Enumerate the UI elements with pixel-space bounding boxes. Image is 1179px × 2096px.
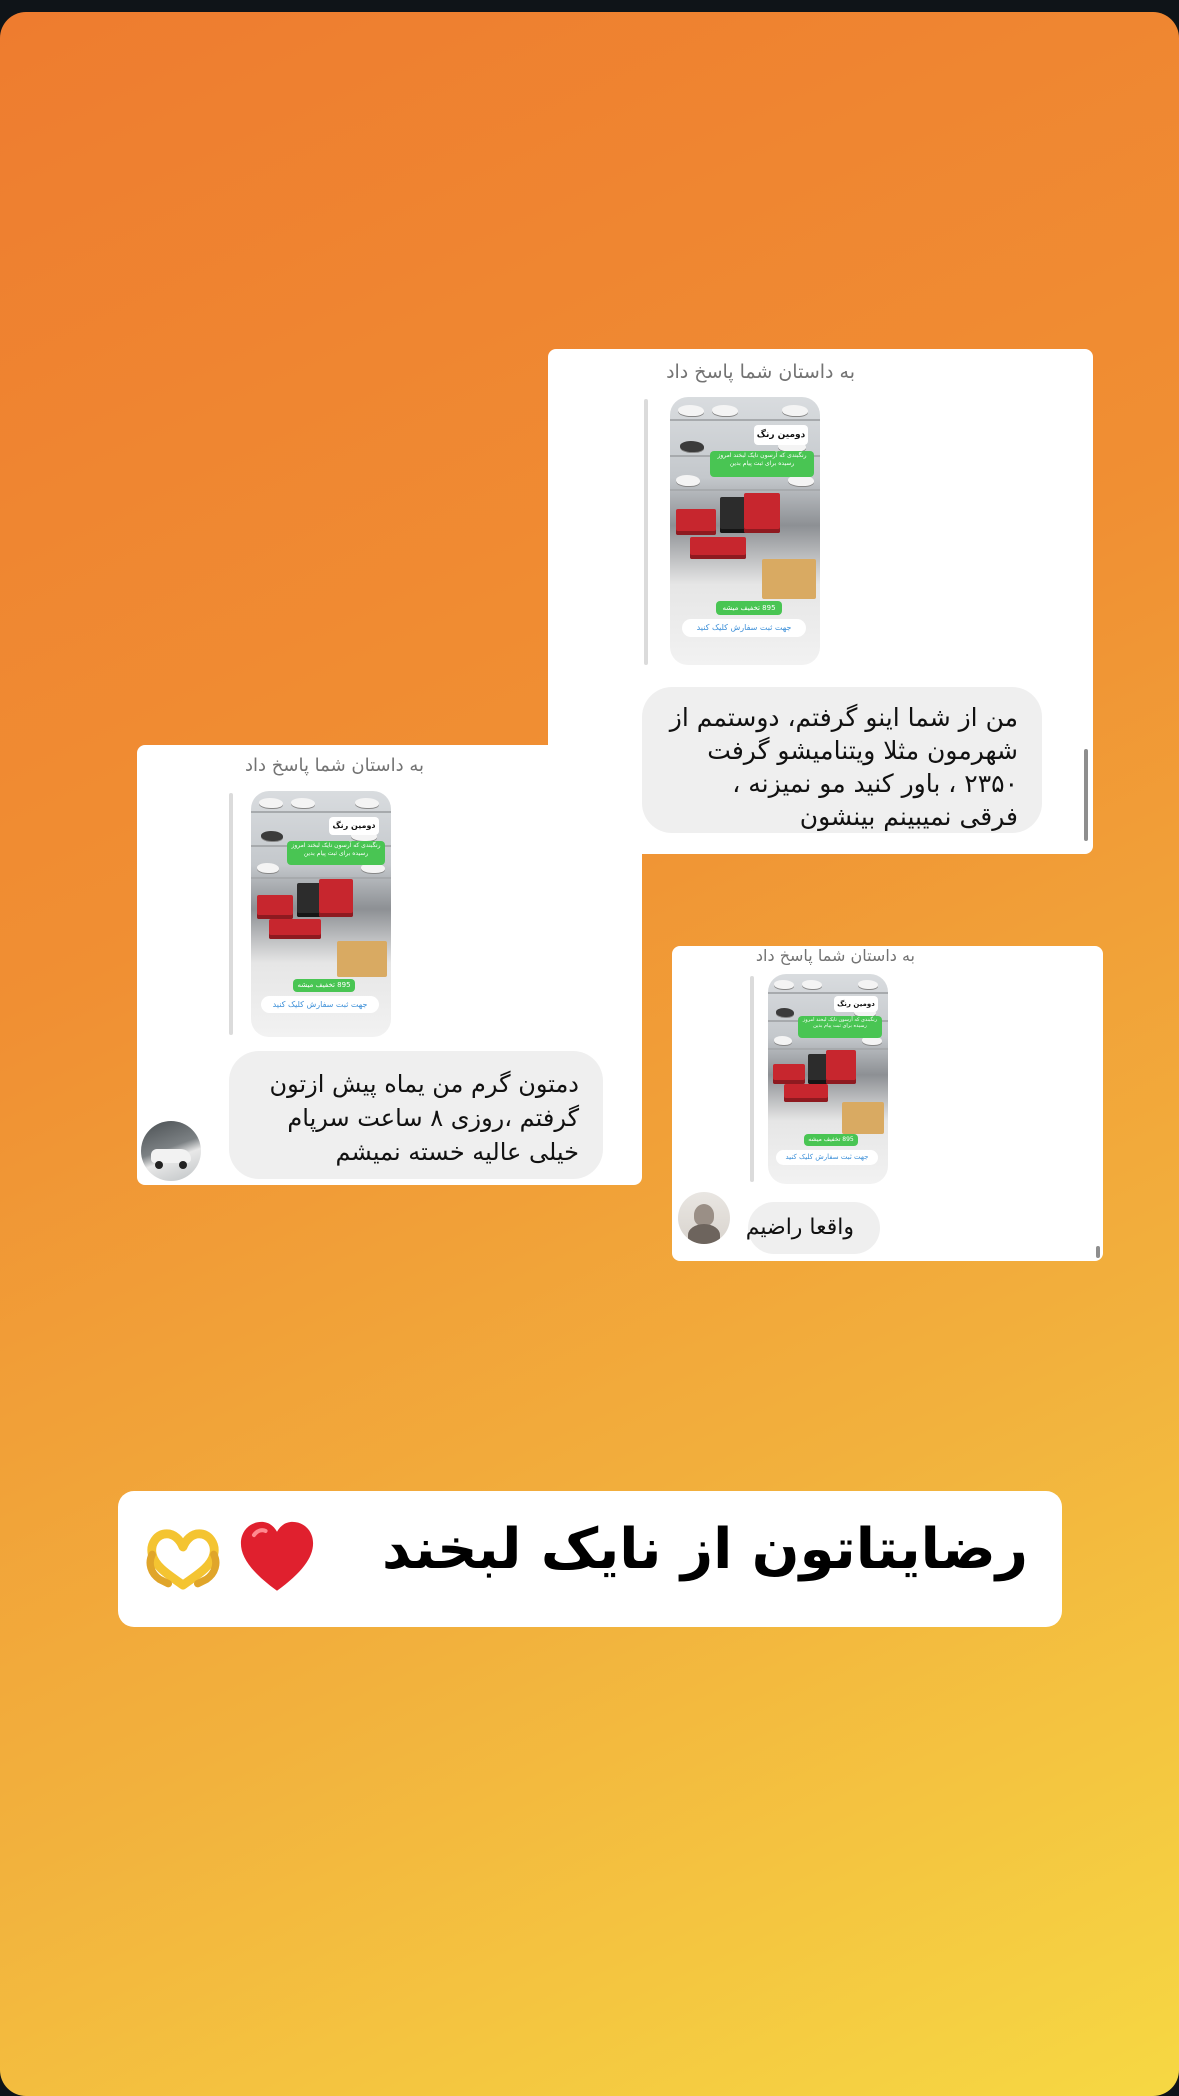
- reply-label: به داستان شما پاسخ داد: [755, 946, 915, 965]
- thumb-order-pill: جهت ثبت سفارش کلیک کنید: [776, 1150, 878, 1165]
- scrollbar[interactable]: [1084, 749, 1088, 841]
- red-heart-icon: [240, 1521, 314, 1591]
- story-thumbnail[interactable]: دومین رنگ رنگبندی که آرسون نایک لبخند ام…: [251, 791, 391, 1037]
- story-caption-box: رضایتاتون از نایک لبخند: [118, 1491, 1062, 1627]
- thumb-order-pill: جهت ثبت سفارش کلیک کنید: [261, 996, 379, 1013]
- thumb-price: 895 تخفیف میشه: [293, 979, 355, 992]
- thumb-caption: رنگبندی که آرسون نایک لبخند امروز رسیده …: [287, 841, 385, 865]
- story-thumbnail[interactable]: دومین رنگ رنگبندی که آرسون نایک لبخند ام…: [768, 974, 888, 1184]
- dm-reply-card: به داستان شما پاسخ داد دومین رنگ رنگبندی…: [672, 946, 1103, 1261]
- thumb-price: 895 تخفیف میشه: [716, 601, 782, 615]
- scrollbar[interactable]: [1096, 1246, 1100, 1258]
- message-bubble: واقعا راضیم: [746, 1202, 880, 1254]
- message-bubble: دمتون گرم من یماه پیش ازتون گرفتم ،روزی …: [229, 1051, 603, 1179]
- reply-label: به داستان شما پاسخ داد: [666, 361, 855, 383]
- thumb-price: 895 تخفیف میشه: [804, 1134, 858, 1146]
- thumb-caption: رنگبندی که آرسون نایک لبخند امروز رسیده …: [710, 451, 814, 477]
- story-thumbnail[interactable]: دومین رنگ رنگبندی که آرسون نایک لبخند ام…: [670, 397, 820, 665]
- sender-avatar[interactable]: [141, 1121, 201, 1181]
- message-bubble: من از شما اینو گرفتم، دوستمم از شهرمون م…: [642, 687, 1042, 833]
- thumb-caption: رنگبندی که آرسون نایک لبخند امروز رسیده …: [798, 1016, 882, 1038]
- reply-quote-bar: [750, 976, 754, 1182]
- story-caption-text: رضایتاتون از نایک لبخند: [381, 1517, 1028, 1582]
- thumb-title: دومین رنگ: [754, 425, 808, 445]
- sender-avatar[interactable]: [678, 1192, 730, 1244]
- dm-reply-card: به داستان شما پاسخ داد دومین رنگ رنگبندی…: [137, 745, 642, 1185]
- story-canvas: به داستان شما پاسخ داد دومین رنگ رنگبندی…: [0, 12, 1179, 2096]
- thumb-title: دومین رنگ: [834, 996, 878, 1012]
- thumb-title: دومین رنگ: [329, 817, 379, 835]
- heart-hands-icon: [146, 1529, 220, 1590]
- reply-label: به داستان شما پاسخ داد: [245, 755, 424, 776]
- reply-quote-bar: [229, 793, 233, 1035]
- thumb-order-pill: جهت ثبت سفارش کلیک کنید: [682, 619, 806, 637]
- reply-quote-bar: [644, 399, 648, 665]
